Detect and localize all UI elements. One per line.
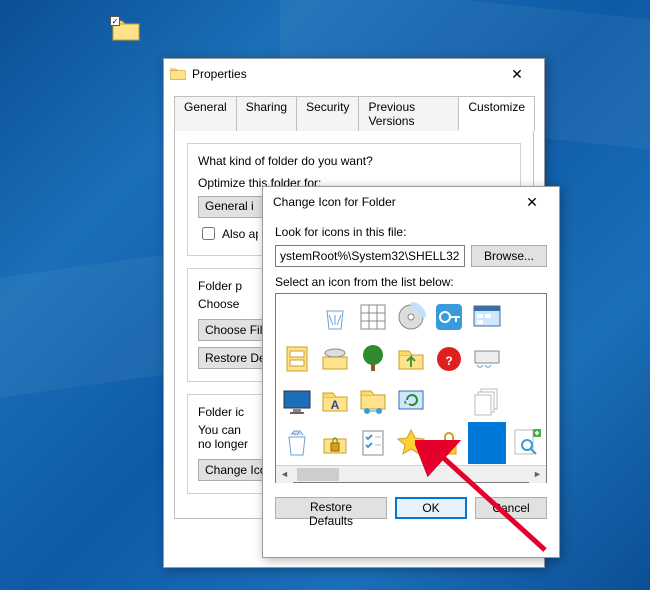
- folder-up-icon: [395, 343, 427, 375]
- tabstrip: General Sharing Security Previous Versio…: [174, 95, 534, 131]
- search-doc-icon: [509, 427, 541, 459]
- icon-option-key[interactable]: [430, 296, 468, 338]
- scroll-right-arrow-icon[interactable]: ►: [529, 466, 546, 483]
- font-folder-icon: A: [319, 385, 351, 417]
- icon-option-folder-up[interactable]: [392, 338, 430, 380]
- optimize-value: General items: [205, 199, 253, 213]
- icon-option-star[interactable]: [392, 422, 430, 464]
- change-icon-button[interactable]: Change Icon...: [198, 459, 270, 481]
- icon-option-tree[interactable]: [354, 338, 392, 380]
- icon-option-desktop[interactable]: [278, 380, 316, 422]
- close-button[interactable]: ✕: [496, 61, 538, 87]
- recycle-bin-icon: [319, 301, 351, 333]
- docs-stack-icon: [471, 385, 503, 417]
- tab-sharing[interactable]: Sharing: [236, 96, 297, 131]
- blank-icon: [433, 385, 465, 417]
- restore-defaults-button[interactable]: Restore Defaults: [275, 497, 387, 519]
- icon-option-docs-stack[interactable]: [468, 380, 506, 422]
- look-for-label: Look for icons in this file:: [275, 225, 547, 239]
- cancel-button[interactable]: Cancel: [475, 497, 547, 519]
- desktop-folder-icon[interactable]: ✓: [112, 18, 146, 50]
- icon-option-blank[interactable]: [430, 380, 468, 422]
- locked-drive-icon: [319, 427, 351, 459]
- choose-file-button[interactable]: Choose File...: [198, 319, 270, 341]
- optimize-dropdown[interactable]: General items: [198, 196, 272, 218]
- key-icon: [433, 301, 465, 333]
- blank-icon: [509, 301, 541, 333]
- icon-option-network-folder[interactable]: [354, 380, 392, 422]
- icon-list[interactable]: ? A ◄ ►: [275, 293, 547, 483]
- scroll-track[interactable]: [293, 466, 529, 483]
- icon-option-refresh[interactable]: [392, 380, 430, 422]
- titlebar[interactable]: Properties ✕: [164, 59, 544, 89]
- disc-icon: [395, 301, 427, 333]
- select-icon-label: Select an icon from the list below:: [275, 275, 547, 289]
- icon-option-font-folder[interactable]: A: [316, 380, 354, 422]
- desktop-icon: [281, 385, 313, 417]
- icon-option-search-doc[interactable]: [506, 422, 544, 464]
- icon-option-disc[interactable]: [392, 296, 430, 338]
- folder-kind-question: What kind of folder do you want?: [198, 154, 510, 168]
- network-folder-icon: [357, 385, 389, 417]
- svg-text:?: ?: [445, 354, 452, 368]
- scroll-left-arrow-icon[interactable]: ◄: [276, 466, 293, 483]
- icon-path-input[interactable]: [275, 245, 465, 267]
- titlebar[interactable]: Change Icon for Folder ✕: [263, 187, 559, 217]
- window-title: Properties: [186, 67, 496, 81]
- icon-option-blank[interactable]: [506, 296, 544, 338]
- icon-option-padlock[interactable]: [430, 422, 468, 464]
- tree-icon: [357, 343, 389, 375]
- window-grid-icon: [471, 301, 503, 333]
- icon-option-grid[interactable]: [354, 296, 392, 338]
- also-apply-input[interactable]: [202, 227, 215, 240]
- icon-option-drive-open[interactable]: [316, 338, 354, 380]
- icon-option-blue-square[interactable]: [468, 422, 506, 464]
- tab-general[interactable]: General: [174, 96, 237, 131]
- padlock-icon: [433, 427, 465, 459]
- also-apply-label: Also apply this template to all subfolde…: [222, 227, 258, 241]
- grid-icon: [357, 301, 389, 333]
- blue-square-icon: [471, 427, 503, 459]
- tab-customize[interactable]: Customize: [458, 96, 535, 131]
- icon-option-checklist[interactable]: [354, 422, 392, 464]
- icon-option-locked-drive[interactable]: [316, 422, 354, 464]
- aircon-icon: [471, 343, 503, 375]
- selection-checkmark-icon: ✓: [110, 16, 120, 26]
- refresh-icon: [395, 385, 427, 417]
- close-button[interactable]: ✕: [511, 189, 553, 215]
- folder-icon: [170, 66, 186, 82]
- blank-icon: [509, 385, 541, 417]
- icon-option-blank[interactable]: [506, 380, 544, 422]
- icon-option-blank[interactable]: [506, 338, 544, 380]
- dialog-buttons: Restore Defaults OK Cancel: [275, 497, 547, 519]
- browse-button[interactable]: Browse...: [471, 245, 547, 267]
- icon-option-blank[interactable]: [278, 296, 316, 338]
- recycle-full-icon: [281, 427, 313, 459]
- drive-open-icon: [319, 343, 351, 375]
- icon-option-recycle-bin[interactable]: [316, 296, 354, 338]
- cabinet-icon: [281, 343, 313, 375]
- change-icon-dialog: Change Icon for Folder ✕ Look for icons …: [262, 186, 560, 558]
- tab-security[interactable]: Security: [296, 96, 359, 131]
- restore-default-button[interactable]: Restore Default: [198, 347, 270, 369]
- icon-option-cabinet[interactable]: [278, 338, 316, 380]
- also-apply-checkbox[interactable]: Also apply this template to all subfolde…: [198, 224, 258, 243]
- icon-option-help[interactable]: ?: [430, 338, 468, 380]
- icon-option-window-grid[interactable]: [468, 296, 506, 338]
- scroll-thumb[interactable]: [297, 468, 339, 481]
- icon-option-recycle-full[interactable]: [278, 422, 316, 464]
- help-icon: ?: [433, 343, 465, 375]
- dialog-title: Change Icon for Folder: [269, 195, 511, 209]
- checklist-icon: [357, 427, 389, 459]
- horizontal-scrollbar[interactable]: ◄ ►: [276, 465, 546, 482]
- blank-icon: [509, 343, 541, 375]
- svg-text:A: A: [331, 398, 340, 412]
- icon-option-aircon[interactable]: [468, 338, 506, 380]
- ok-button[interactable]: OK: [395, 497, 467, 519]
- tab-previous-versions[interactable]: Previous Versions: [358, 96, 459, 131]
- blank-icon: [281, 301, 313, 333]
- star-icon: [395, 427, 427, 459]
